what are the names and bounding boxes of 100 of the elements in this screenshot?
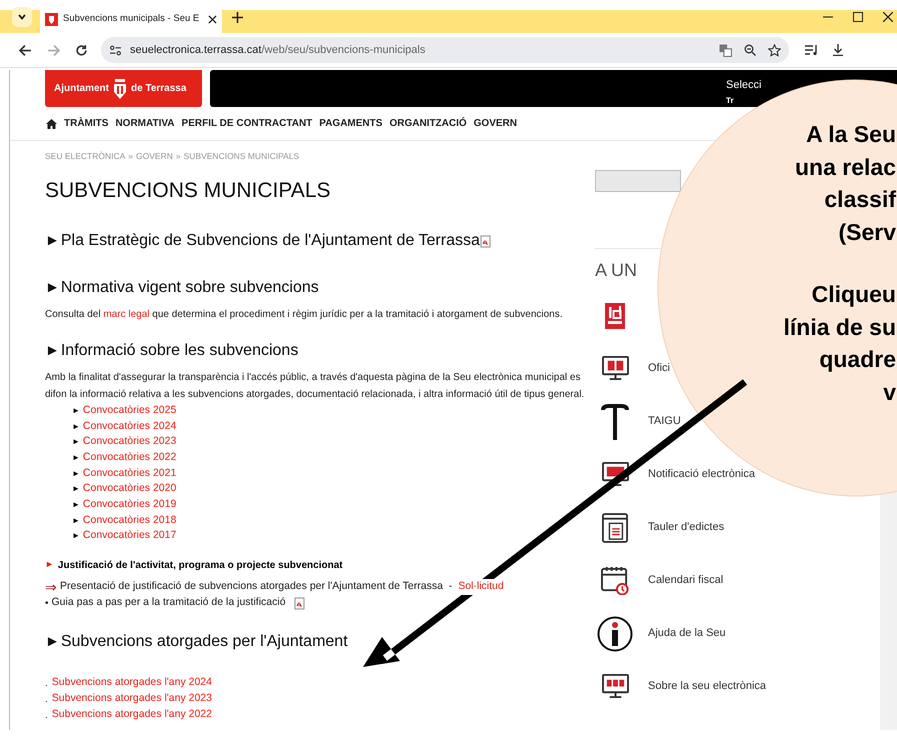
sidebar-heading: A UN: [595, 259, 638, 282]
section-heading: Pla Estratègic de Subvencions de l'Ajuntament de Terrassa: [60, 231, 480, 251]
search-field[interactable]: [595, 170, 681, 192]
pdf-icon[interactable]: [294, 596, 305, 610]
triangle-marker: ►: [45, 341, 60, 361]
breadcrumb-link[interactable]: GOVERN: [136, 151, 173, 161]
section-heading: Normativa vigent sobre subvencions: [60, 278, 319, 298]
maximize-icon[interactable]: [853, 12, 863, 22]
link[interactable]: Convocatòries 2020: [82, 481, 176, 498]
pdf-icon[interactable]: [480, 234, 491, 248]
link[interactable]: Convocatòries 2019: [82, 497, 176, 513]
monitor-icon[interactable]: [602, 356, 628, 381]
breadcrumb-separator: »: [128, 151, 134, 161]
nav-link[interactable]: PERFIL DE CONTRACTANT: [182, 116, 312, 131]
sidebar-link[interactable]: Sobre la seu electrònica: [648, 678, 766, 695]
nav-link[interactable]: TRÀMITS: [64, 116, 108, 131]
address-bar[interactable]: seuelectronica.terrassa.cat/web/seu/subvencions-municipals: [101, 37, 789, 63]
link[interactable]: Convocatòries 2021: [82, 466, 176, 482]
close-icon[interactable]: [883, 12, 893, 22]
logo-text: Ajuntament: [54, 82, 109, 96]
monitor-icon[interactable]: [602, 674, 628, 699]
triangle-marker: ►: [45, 632, 60, 652]
info-icon[interactable]: [597, 616, 633, 652]
reload-icon[interactable]: [75, 44, 88, 56]
bullet-marker: •: [45, 596, 49, 611]
sidebar-link[interactable]: Calendari fiscal: [648, 572, 724, 589]
callout-text: A la Seu: [806, 120, 896, 149]
triangle-marker: ►: [72, 468, 80, 480]
sidebar-link[interactable]: TAIGU: [648, 413, 681, 430]
chevron-down-icon: [17, 12, 27, 22]
url-text: seuelectronica.terrassa.cat/web/seu/subvencions-municipals: [130, 42, 426, 58]
paragraph: Amb la finalitat d'assegurar la transparència i l'accés públic, a través d'aquesta pàgina de la Seu electrònica municipal es difon la informació relativa a les subvencions atorgades, documentació relacionada, i altra informació útil de tipus general.: [45, 371, 586, 402]
triangle-marker: ►: [72, 483, 80, 496]
triangle-marker: ►: [72, 436, 80, 448]
section-heading: Informació sobre les subvencions: [60, 341, 298, 361]
id-card-logo-icon[interactable]: [605, 302, 625, 328]
nav-link[interactable]: NORMATIVA: [115, 116, 175, 131]
new-tab-icon[interactable]: [232, 12, 243, 22]
callout-text: Cliqueu: [812, 280, 896, 309]
back-icon[interactable]: [19, 44, 32, 56]
site-settings-icon[interactable]: [109, 44, 122, 56]
nav-link[interactable]: ORGANITZACIÓ: [389, 116, 467, 131]
sidebar-link[interactable]: Tauler d'edictes: [648, 519, 724, 536]
zoom-icon[interactable]: [744, 44, 756, 56]
triangle-marker: ►: [72, 498, 80, 511]
triangle-marker: ►: [45, 558, 54, 572]
link[interactable]: Convocatòries 2025: [82, 402, 176, 419]
callout-text: una relac: [795, 152, 896, 182]
download-icon[interactable]: [832, 44, 844, 56]
link[interactable]: Subvencions atorgades l'any 2024: [52, 675, 212, 692]
callout-text: (Serv: [838, 218, 896, 247]
triangle-marker: ►: [72, 404, 80, 417]
sidebar-link[interactable]: Ajuda de la Seu: [648, 625, 726, 642]
link[interactable]: Convocatòries 2017: [82, 528, 176, 544]
tab-search-button[interactable]: [12, 7, 32, 27]
translate-icon[interactable]: [719, 44, 732, 56]
line-text: Presentació de justificació de subvencions atorgades per l'Ajuntament de Terrassa -: [60, 579, 454, 594]
link[interactable]: Convocatòries 2018: [82, 512, 176, 529]
paragraph: Consulta del marc legal que determina el procediment i règim jurídic per a la tramitació i atorgament de subvencions.: [45, 308, 564, 322]
document-window-icon[interactable]: [602, 512, 628, 542]
triangle-marker: ►: [72, 420, 80, 433]
link[interactable]: Subvencions atorgades l'any 2022: [52, 707, 212, 724]
logo-text: de Terrassa: [131, 82, 186, 96]
crest-icon: [45, 12, 58, 26]
link[interactable]: marc legal: [103, 309, 150, 320]
nav-link[interactable]: GOVERN: [474, 116, 517, 131]
t-shape-icon[interactable]: [601, 404, 629, 440]
link[interactable]: Convocatòries 2024: [82, 418, 176, 434]
link[interactable]: Sol·licitud: [458, 579, 504, 596]
breadcrumb-link[interactable]: SUBVENCIONS MUNICIPALS: [184, 151, 300, 161]
close-icon[interactable]: [208, 14, 217, 24]
callout-text: línia de su: [784, 312, 896, 342]
home-icon[interactable]: [46, 118, 57, 128]
triangle-marker: ►: [72, 452, 80, 464]
tab-title: Subvencions municipals - Seu E: [63, 12, 200, 26]
breadcrumb-link[interactable]: SEU ELECTRÒNICA: [45, 151, 126, 161]
sidebar-link[interactable]: Ofici: [648, 360, 670, 377]
breadcrumb-separator: »: [176, 151, 181, 161]
subheading: Justificació de l'activitat, programa o projecte subvencionat: [58, 558, 343, 573]
link[interactable]: Convocatòries 2023: [82, 434, 176, 450]
media-icon[interactable]: [805, 44, 818, 56]
header-text: Tr: [726, 96, 734, 106]
triangle-marker: ►: [72, 530, 80, 542]
logo[interactable]: Ajuntament de Terrassa: [45, 70, 202, 107]
triangle-marker: ►: [45, 278, 60, 298]
dot-marker: .: [45, 708, 48, 723]
nav-link[interactable]: PAGAMENTS: [319, 116, 382, 131]
calendar-clock-icon[interactable]: [600, 566, 630, 595]
link[interactable]: Subvencions atorgades l'any 2023: [52, 691, 212, 708]
header-text: Selecci: [726, 79, 762, 92]
link[interactable]: Convocatòries 2022: [82, 450, 176, 466]
crest-icon: [112, 78, 128, 100]
dot-marker: .: [45, 692, 48, 707]
section-heading: Subvencions atorgades per l'Ajuntament: [60, 632, 348, 652]
dot-marker: .: [45, 676, 48, 691]
triangle-marker: ►: [45, 231, 60, 251]
sidebar-link[interactable]: Notificació electrònica: [648, 466, 755, 483]
arrow-marker: ⇒: [45, 580, 57, 594]
triangle-marker: ►: [72, 514, 80, 527]
star-icon[interactable]: [768, 44, 781, 56]
